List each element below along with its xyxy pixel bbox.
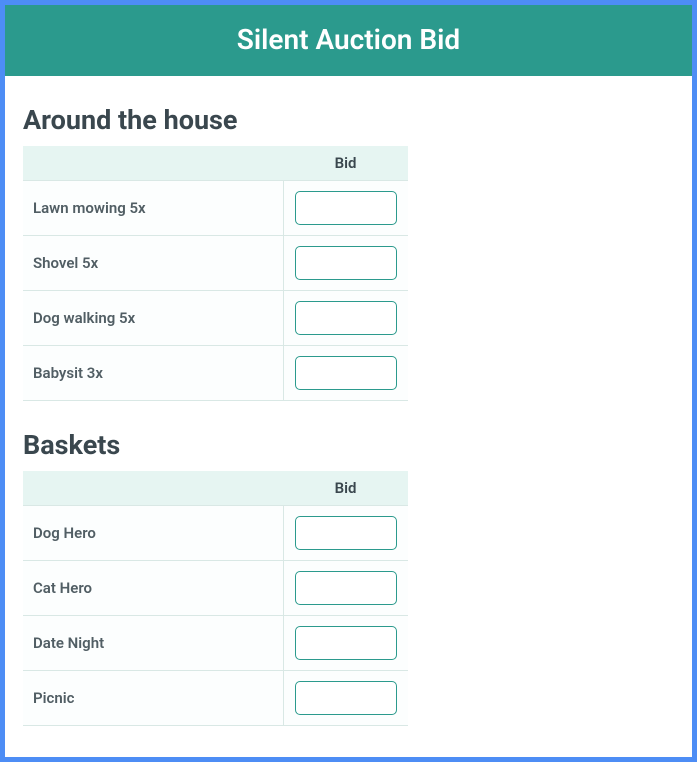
bid-input[interactable]	[295, 571, 397, 605]
bid-table: Bid Dog Hero Cat Hero	[23, 471, 408, 726]
section-title: Around the house	[23, 104, 674, 136]
column-header-item	[23, 146, 283, 181]
table-row: Dog Hero	[23, 506, 408, 561]
bid-cell	[283, 181, 408, 236]
column-header-bid: Bid	[283, 471, 408, 506]
item-label: Babysit 3x	[23, 346, 283, 401]
section-title: Baskets	[23, 429, 674, 461]
item-label: Dog walking 5x	[23, 291, 283, 346]
table-row: Lawn mowing 5x	[23, 181, 408, 236]
column-header-item	[23, 471, 283, 506]
item-label: Cat Hero	[23, 561, 283, 616]
bid-input[interactable]	[295, 681, 397, 715]
bid-input[interactable]	[295, 191, 397, 225]
form-header: Silent Auction Bid	[5, 5, 692, 76]
item-label: Dog Hero	[23, 506, 283, 561]
section-around-the-house: Around the house Bid Lawn mowing 5x	[23, 104, 674, 401]
item-label: Shovel 5x	[23, 236, 283, 291]
bid-input[interactable]	[295, 626, 397, 660]
item-label: Date Night	[23, 616, 283, 671]
section-baskets: Baskets Bid Dog Hero	[23, 429, 674, 726]
bid-cell	[283, 616, 408, 671]
bid-cell	[283, 671, 408, 726]
bid-cell	[283, 561, 408, 616]
table-row: Dog walking 5x	[23, 291, 408, 346]
form-frame: Silent Auction Bid Around the house Bid …	[0, 0, 697, 762]
column-header-bid: Bid	[283, 146, 408, 181]
item-label: Picnic	[23, 671, 283, 726]
table-row: Babysit 3x	[23, 346, 408, 401]
form-title: Silent Auction Bid	[237, 23, 460, 56]
table-row: Cat Hero	[23, 561, 408, 616]
item-label: Lawn mowing 5x	[23, 181, 283, 236]
form-content: Around the house Bid Lawn mowing 5x	[5, 76, 692, 726]
bid-input[interactable]	[295, 356, 397, 390]
bid-cell	[283, 506, 408, 561]
bid-input[interactable]	[295, 301, 397, 335]
bid-cell	[283, 291, 408, 346]
bid-table: Bid Lawn mowing 5x Shovel 5x	[23, 146, 408, 401]
table-row: Date Night	[23, 616, 408, 671]
table-row: Picnic	[23, 671, 408, 726]
bid-input[interactable]	[295, 516, 397, 550]
bid-input[interactable]	[295, 246, 397, 280]
bid-cell	[283, 236, 408, 291]
bid-cell	[283, 346, 408, 401]
table-row: Shovel 5x	[23, 236, 408, 291]
